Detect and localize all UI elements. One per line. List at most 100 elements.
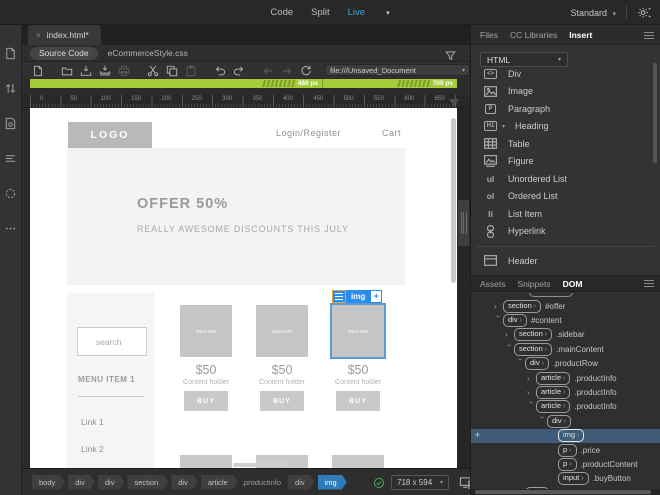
dom-node-tag[interactable]: article: [536, 371, 571, 385]
dom-tree-node[interactable]: › section #offer: [471, 299, 660, 313]
dom-node-tag[interactable]: p: [558, 457, 577, 471]
insert-item[interactable]: <> ▾ Div: [471, 65, 660, 83]
ruler-position-marker[interactable]: [449, 99, 459, 107]
dom-node-tag[interactable]: div: [525, 357, 549, 371]
product-content-text[interactable]: Content holder: [256, 379, 308, 386]
save-all-icon[interactable]: [99, 64, 111, 76]
view-mode-button[interactable]: Split: [311, 7, 329, 18]
insert-item[interactable]: ▾ Table: [471, 135, 660, 153]
dom-node-tag[interactable]: div: [503, 314, 527, 328]
dom-node-tag[interactable]: section: [514, 342, 553, 356]
dom-tree-node[interactable]: › section .mainContent: [471, 342, 660, 356]
selected-tag-label[interactable]: img: [346, 289, 371, 303]
site-logo[interactable]: LOGO: [68, 122, 152, 148]
sidebar-link[interactable]: Link 2: [81, 444, 104, 454]
file-icon[interactable]: [4, 47, 17, 60]
viewport-size-selector[interactable]: 718 x 594 ▾: [391, 474, 449, 490]
undo-icon[interactable]: [214, 64, 226, 76]
dom-tree-node[interactable]: › input .buyButton: [471, 472, 660, 486]
dom-tree-node[interactable]: › div #content: [471, 313, 660, 328]
panel-tab[interactable]: DOM: [563, 279, 583, 289]
scrollbar-thumb[interactable]: [475, 490, 651, 494]
view-mode-button[interactable]: Code: [270, 7, 293, 18]
sidebar-link[interactable]: Link 1: [81, 417, 104, 427]
dom-node-tag[interactable]: p: [558, 443, 577, 457]
tag-path-segment[interactable]: div: [68, 475, 95, 490]
product-content-text[interactable]: Content holder: [180, 379, 232, 386]
dom-tree-node[interactable]: › article .productInfo: [471, 385, 660, 400]
open-icon[interactable]: [61, 64, 73, 76]
live-preview-icon[interactable]: [4, 117, 17, 130]
tag-path-segment[interactable]: div: [171, 475, 198, 490]
tag-path-segment[interactable]: div: [288, 475, 315, 490]
breakpoint-segment[interactable]: 480 px: [30, 79, 323, 88]
paste-icon[interactable]: [185, 64, 197, 77]
print-icon[interactable]: [118, 64, 130, 76]
view-mode-button[interactable]: Live: [348, 7, 365, 18]
panel-tab[interactable]: Snippets: [518, 279, 551, 289]
expander-caret-icon[interactable]: ›: [527, 401, 536, 410]
url-dropdown-icon[interactable]: ▾: [462, 67, 465, 74]
breakpoint-segment[interactable]: 700 px: [323, 79, 457, 88]
insert-item[interactable]: li ▾ List Item: [471, 205, 660, 223]
insert-item[interactable]: ▾ Header: [471, 252, 660, 270]
inspect-icon[interactable]: [4, 187, 17, 200]
panel-splitter[interactable]: [457, 108, 470, 468]
insert-item[interactable]: ▾ Figure: [471, 153, 660, 171]
dom-node-tag[interactable]: img: [558, 429, 585, 443]
tag-path-segment[interactable]: article: [201, 475, 238, 490]
insert-item[interactable]: ▾: [471, 240, 660, 252]
insert-item[interactable]: ▾ Hyperlink: [471, 223, 660, 241]
dom-tree-node[interactable]: › p .productContent: [471, 457, 660, 471]
insert-item[interactable]: ▾ Image: [471, 83, 660, 101]
dom-tree-node[interactable]: › img: [471, 428, 660, 443]
dom-tree-node[interactable]: › article .productInfo: [471, 371, 660, 385]
product-price[interactable]: $50: [180, 363, 232, 377]
refresh-icon[interactable]: [300, 64, 312, 76]
cart-link[interactable]: Cart: [382, 128, 401, 138]
url-address-field[interactable]: file:///Unsaved_Document ▾: [325, 64, 470, 76]
lint-ok-check-icon[interactable]: [373, 476, 385, 489]
heading-level-caret-icon[interactable]: ▾: [502, 123, 505, 130]
redo-icon[interactable]: [233, 64, 245, 76]
more-icon[interactable]: [4, 222, 17, 235]
insert-item[interactable]: ul ▾ Unordered List: [471, 170, 660, 188]
buy-button[interactable]: BUY: [336, 391, 380, 411]
login-register-link[interactable]: Login/Register: [276, 128, 341, 138]
dom-node-tag[interactable]: section: [514, 328, 553, 342]
buy-button[interactable]: BUY: [260, 391, 304, 411]
live-mode-caret-icon[interactable]: ▾: [386, 9, 390, 17]
save-icon[interactable]: [80, 64, 92, 76]
document-tab[interactable]: × index.html*: [28, 25, 101, 45]
canvas-horizontal-scrollbar[interactable]: [233, 463, 288, 467]
dom-tree-node[interactable]: › div: [471, 414, 660, 428]
insert-item[interactable]: ol ▾ Ordered List: [471, 188, 660, 206]
dom-tree-node[interactable]: › p .price: [471, 443, 660, 457]
close-tab-icon[interactable]: ×: [36, 31, 41, 40]
buy-button[interactable]: BUY: [184, 391, 228, 411]
hamburger-icon[interactable]: [332, 289, 346, 303]
dom-panel-horizontal-scrollbar[interactable]: [471, 489, 660, 495]
tag-path-segment[interactable]: body: [32, 475, 65, 490]
dom-node-tag[interactable]: article: [536, 386, 571, 400]
dom-node-tag[interactable]: div: [547, 414, 571, 428]
dom-node-tag[interactable]: section: [503, 299, 542, 313]
search-input[interactable]: [77, 327, 147, 356]
related-file-source-code[interactable]: Source Code: [30, 46, 98, 60]
panel-tab[interactable]: Files: [480, 30, 498, 40]
dom-node-tag[interactable]: article: [536, 400, 571, 414]
dom-tree-node[interactable]: › article .productInfo: [471, 400, 660, 414]
expander-caret-icon[interactable]: ›: [527, 374, 536, 383]
dom-node-tag[interactable]: input: [558, 472, 589, 486]
workspace-switcher[interactable]: Standard ▾: [570, 8, 616, 18]
gear-sync-icon[interactable]: [637, 6, 652, 19]
new-file-icon[interactable]: [32, 64, 44, 77]
insert-panel-scrollbar[interactable]: [653, 63, 657, 163]
dom-tree-node[interactable]: › section .sidebar: [471, 328, 660, 342]
guides-icon[interactable]: [4, 152, 17, 165]
copy-icon[interactable]: [166, 64, 178, 77]
panel-tab[interactable]: Insert: [569, 30, 592, 40]
tag-path-segment[interactable]: .productinfo: [241, 475, 285, 490]
panel-menu-icon[interactable]: [644, 32, 654, 39]
expander-caret-icon[interactable]: ›: [538, 416, 547, 425]
